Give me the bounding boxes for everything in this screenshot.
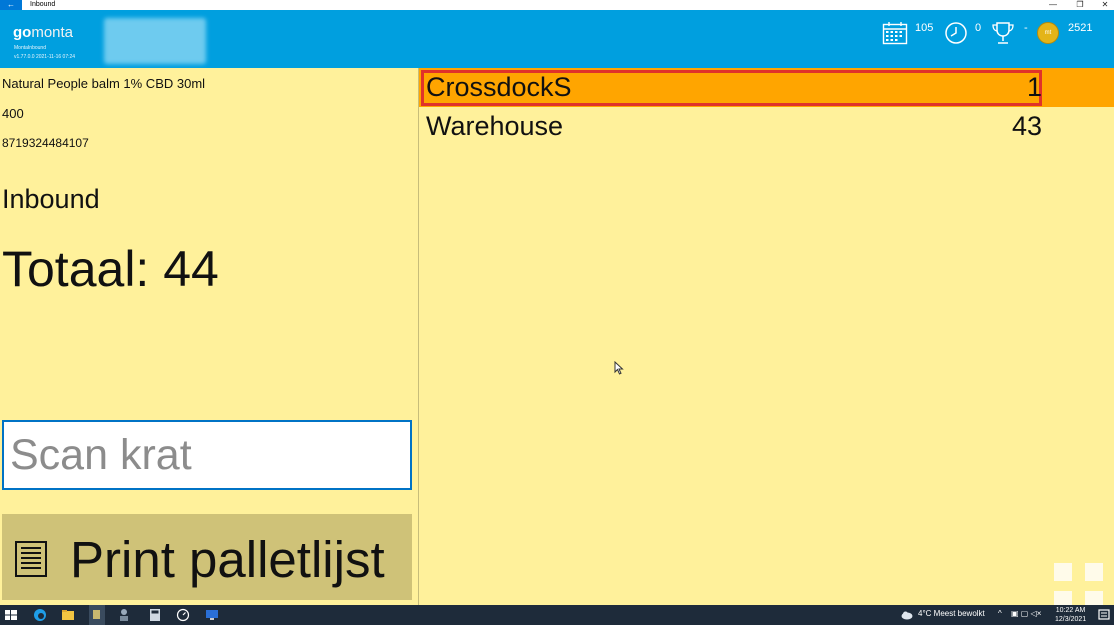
logo-monta: monta xyxy=(31,24,74,41)
remote-desktop-icon[interactable] xyxy=(205,608,219,622)
clock-app-icon[interactable] xyxy=(176,608,190,622)
location-row-warehouse[interactable]: Warehouse 43 xyxy=(419,107,1114,146)
trophy-value: - xyxy=(1024,22,1028,34)
coin-count: 2521 xyxy=(1068,22,1093,34)
windows-taskbar: 4°C Meest bewolkt ^ ▣ ▢ ◁× 10:22 AM 12/3… xyxy=(0,605,1114,625)
product-name: Natural People balm 1% CBD 30ml xyxy=(2,76,206,91)
trophy-icon xyxy=(992,22,1014,44)
back-button[interactable]: ← xyxy=(0,0,22,10)
taskbar-time: 10:22 AM xyxy=(1055,607,1086,614)
minimize-button[interactable]: — xyxy=(1040,0,1066,10)
windows-start-icon[interactable] xyxy=(4,608,18,622)
weather-cloud-icon[interactable] xyxy=(900,608,914,622)
location-name: CrossdockS xyxy=(426,72,572,102)
location-row-crossdocks[interactable]: CrossdockS 1 xyxy=(419,68,1114,107)
mouse-cursor-icon xyxy=(614,361,624,375)
location-name: Warehouse xyxy=(426,111,564,141)
location-count: 1 xyxy=(1026,72,1042,102)
scan-krat-input[interactable] xyxy=(2,420,412,490)
window-title: Inbound xyxy=(30,1,56,8)
app-user-icon[interactable] xyxy=(118,608,132,622)
calendar-count: 105 xyxy=(915,22,934,34)
logo-go: go xyxy=(13,24,32,41)
total-count: Totaal: 44 xyxy=(2,241,219,297)
section-title: Inbound xyxy=(2,184,100,214)
app-header: gomonta MontaInbound v1.77.0.0 2021-11-1… xyxy=(0,10,1114,68)
maximize-button[interactable]: ❐ xyxy=(1067,0,1093,10)
location-count: 43 xyxy=(1011,111,1042,141)
taskbar-clock[interactable]: 10:22 AM 12/3/2021 xyxy=(1055,606,1086,624)
clock-count: 0 xyxy=(975,22,982,34)
location-list: CrossdockS 1 Warehouse 43 xyxy=(419,68,1114,609)
clock-icon xyxy=(945,22,967,44)
notification-icon[interactable] xyxy=(1097,608,1111,622)
tray-icons[interactable]: ▣ ▢ ◁× xyxy=(1011,609,1041,618)
window-titlebar: ← Inbound — ❐ ✕ xyxy=(0,0,1114,10)
document-list-icon xyxy=(15,541,47,577)
gomonta-logo: gomonta xyxy=(13,24,73,41)
calendar-icon xyxy=(882,22,908,45)
close-button[interactable]: ✕ xyxy=(1092,0,1114,10)
product-panel: Natural People balm 1% CBD 30ml 400 8719… xyxy=(0,68,418,605)
product-quantity: 400 xyxy=(2,106,24,121)
product-ean: 8719324484107 xyxy=(2,136,89,150)
app-version: v1.77.0.0 2021-11-16 07:24 xyxy=(14,54,76,60)
taskbar-date: 12/3/2021 xyxy=(1055,616,1087,623)
app-name: MontaInbound xyxy=(14,45,46,51)
coin-icon: mt xyxy=(1037,22,1059,44)
chevron-up-icon[interactable]: ^ xyxy=(998,609,1002,618)
calculator-icon[interactable] xyxy=(148,608,162,622)
blurred-user-area xyxy=(104,18,206,64)
edge-browser-icon[interactable] xyxy=(33,608,47,622)
inbound-app-icon[interactable] xyxy=(89,605,105,625)
weather-text[interactable]: 4°C Meest bewolkt xyxy=(918,609,985,618)
file-explorer-icon[interactable] xyxy=(61,608,75,622)
print-palletlijst-button[interactable]: Print palletlijst xyxy=(2,514,412,600)
print-palletlijst-label: Print palletlijst xyxy=(70,531,385,588)
